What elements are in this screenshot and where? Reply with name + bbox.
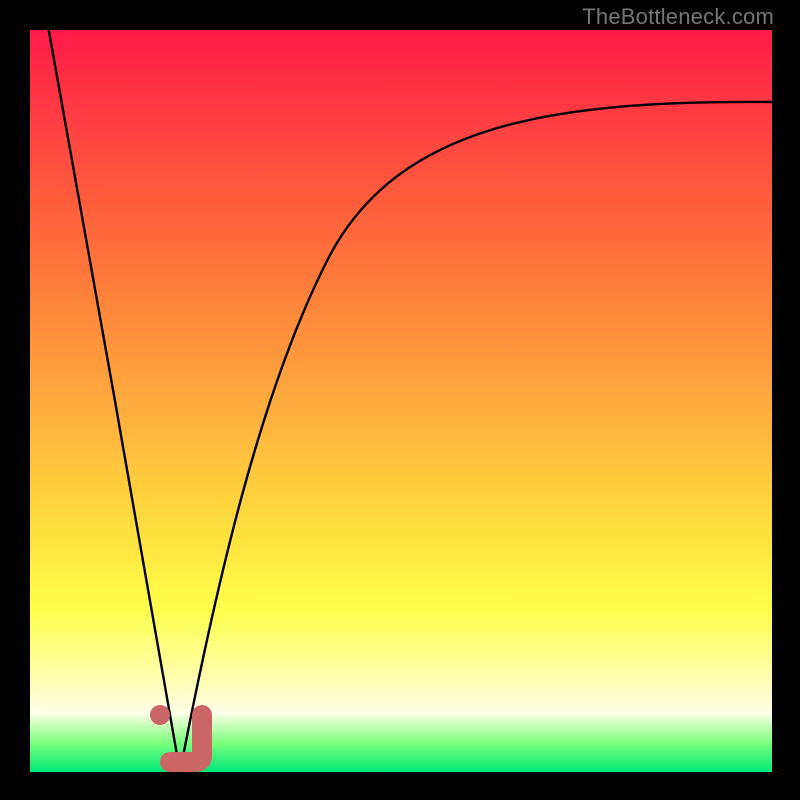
chart-frame: TheBottleneck.com: [0, 0, 800, 800]
curve-layer: [30, 30, 772, 772]
watermark-text: TheBottleneck.com: [582, 4, 774, 30]
right-branch-curve: [180, 102, 772, 772]
trough-marker: [150, 705, 202, 762]
left-branch-curve: [48, 26, 180, 772]
plot-area: [30, 30, 772, 772]
marker-dot-icon: [150, 705, 170, 725]
